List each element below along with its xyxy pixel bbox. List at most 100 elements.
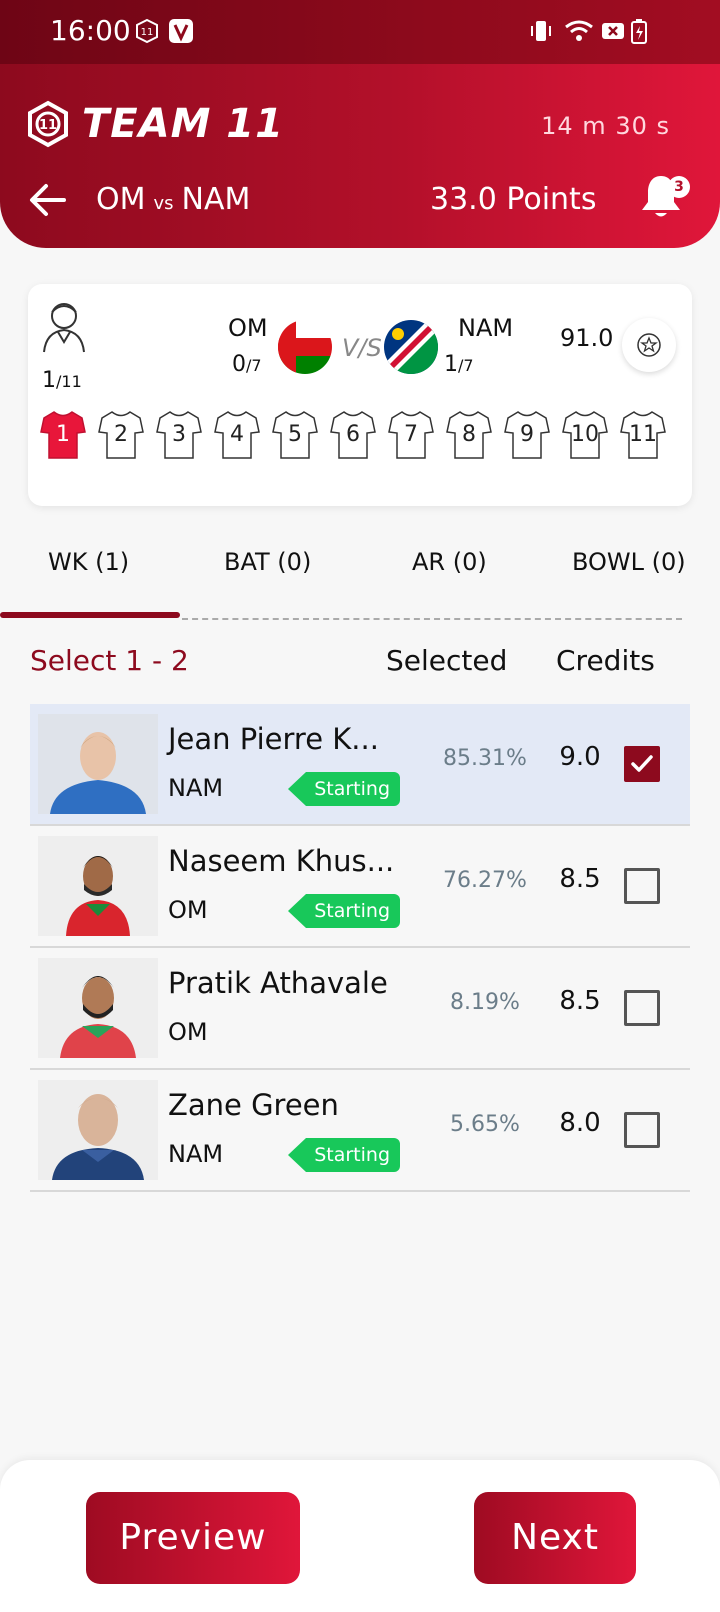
brand-name: TEAM 11 [82,101,284,147]
jersey-number: 1 [56,422,70,447]
player-photo [38,836,158,936]
user-avatar-icon [43,303,85,353]
player-avatar-icon [38,958,158,1058]
player-checkbox[interactable] [624,990,660,1026]
versus-label: V/S [342,334,382,362]
jersey-number: 9 [520,422,534,447]
selected-column-header: Selected [386,644,508,677]
jersey-slot: 5 [272,410,318,460]
jersey-number: 6 [346,422,360,447]
player-list: Jean Pierre K... NAM Starting 85.31% 9.0 [30,704,690,1192]
player-checkbox[interactable] [624,1112,660,1148]
status-time: 16:00 [50,14,131,47]
player-team: OM [168,896,208,924]
player-row[interactable]: Pratik Athavale OM 8.19% 8.5 [30,948,690,1070]
jersey-slot: 8 [446,410,492,460]
svg-text:11: 11 [141,27,154,38]
points-total: 33.0 Points [430,182,597,217]
player-team: OM [168,1018,208,1046]
wifi-icon [565,20,593,41]
selected-percent: 85.31% [443,746,527,771]
active-tab-indicator [0,612,180,618]
team-a-count-value: 0 [232,352,246,377]
jersey-number: 4 [230,422,244,447]
back-arrow-icon[interactable] [28,180,68,220]
team-summary-card: 1/11 OM 0/7 V/S NAM 1/7 91.0 1 2 3 4 5 6… [28,284,692,506]
tab-bowl[interactable]: BOWL (0) [572,548,686,576]
player-photo [38,958,158,1058]
player-checkbox[interactable] [624,868,660,904]
player-photo [38,714,158,814]
selected-percent: 8.19% [450,990,520,1015]
star-badge-icon [637,333,661,357]
players-total-value: /11 [56,372,82,391]
jersey-slot: 11 [620,410,666,460]
namibia-flag-icon [384,320,438,374]
jersey-number: 2 [114,422,128,447]
team-b-count-value: 1 [444,352,458,377]
jersey-slot: 9 [504,410,550,460]
players-selected-count: 1/11 [42,368,82,393]
players-selected-value: 1 [42,368,56,393]
player-credits: 8.0 [559,1108,601,1138]
player-avatar-icon [38,714,158,814]
jersey-slot: 4 [214,410,260,460]
player-team: NAM [168,774,224,802]
starting-badge: Starting [288,772,400,806]
next-button[interactable]: Next [474,1492,636,1584]
player-row[interactable]: Zane Green NAM Starting 5.65% 8.0 [30,1070,690,1192]
jersey-slot: 7 [388,410,434,460]
player-name: Jean Pierre K... [168,722,379,756]
jersey-slot: 10 [562,410,608,460]
starting-badge: Starting [288,1138,400,1172]
svg-text:11: 11 [39,118,57,133]
match-title: OM vs NAM [96,182,250,217]
no-sim-icon [602,23,624,39]
team-a-name: OM [228,314,268,342]
jersey-row: 1 2 3 4 5 6 7 8 9 10 11 [40,410,666,460]
team-b-count: 1/7 [444,352,474,377]
team11-logo-icon: 11 [28,100,68,148]
player-name: Naseem Khus... [168,844,395,878]
starting-badge: Starting [288,894,400,928]
match-timer: 14 m 30 s [541,112,670,140]
tab-wk[interactable]: WK (1) [48,548,129,576]
player-row[interactable]: Jean Pierre K... NAM Starting 85.31% 9.0 [30,704,690,826]
app-root: 16:00 11 11 TEAM 11 14 m 30 s OM vs NAM 33… [0,0,720,1612]
notification-badge: 3 [668,176,690,198]
oman-flag-icon [278,320,332,374]
credits-column-header: Credits [556,644,655,677]
player-name: Zane Green [168,1088,339,1122]
v-app-icon [169,19,193,43]
jersey-number: 11 [629,422,657,447]
status-bar: 16:00 11 [0,0,720,64]
player-checkbox[interactable] [624,746,660,782]
player-avatar-icon [38,1080,158,1180]
role-tabs: WK (1) BAT (0) AR (0) BOWL (0) [0,548,720,604]
selected-percent: 5.65% [450,1112,520,1137]
jersey-number: 8 [462,422,476,447]
match-team-a: OM [96,182,146,217]
player-credits: 8.5 [559,986,601,1016]
team-b-max: /7 [458,356,474,375]
team-b-name: NAM [458,314,514,342]
divider [182,618,682,620]
preview-button[interactable]: Preview [86,1492,300,1584]
app-notification-icon: 11 [136,18,158,44]
jersey-number: 3 [172,422,186,447]
jersey-number: 7 [404,422,418,447]
team-a-max: /7 [246,356,262,375]
selected-percent: 76.27% [443,868,527,893]
player-avatar-icon [38,836,158,936]
tab-ar[interactable]: AR (0) [412,548,487,576]
select-hint: Select 1 - 2 [30,644,189,677]
credits-left: 91.0 [560,324,614,352]
battery-icon [631,19,647,44]
player-credits: 9.0 [559,742,601,772]
tab-bat[interactable]: BAT (0) [224,548,311,576]
player-row[interactable]: Naseem Khus... OM Starting 76.27% 8.5 [30,826,690,948]
jersey-number: 5 [288,422,302,447]
star-button[interactable] [622,318,676,372]
bottom-action-bar: Preview Next [0,1460,720,1612]
vibrate-icon [531,21,551,41]
